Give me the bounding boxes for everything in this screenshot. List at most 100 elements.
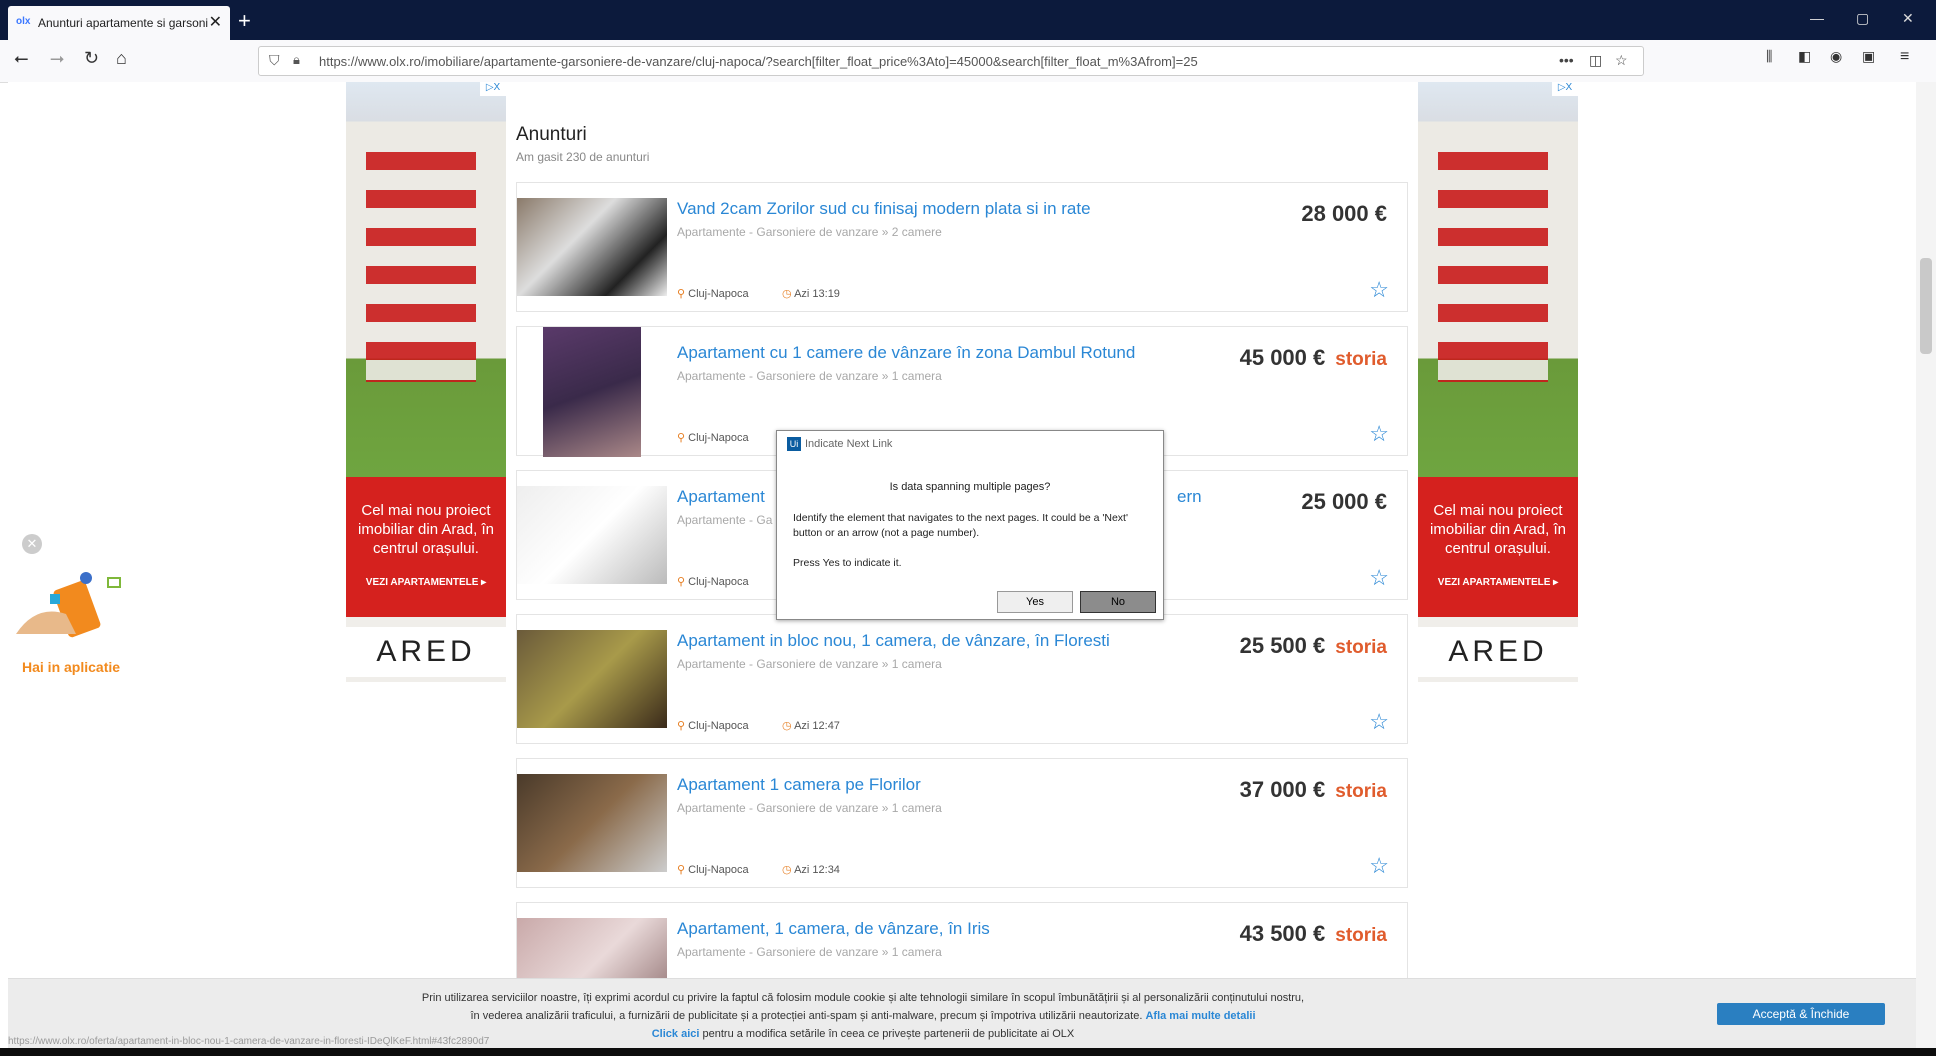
ared-logo: ARED xyxy=(1418,627,1578,677)
pin-icon: ⚲ xyxy=(677,288,686,300)
reload-icon[interactable]: ↻ xyxy=(84,48,99,69)
dialog-title: Ui Indicate Next Link xyxy=(787,437,892,451)
ad-balconies-image xyxy=(1438,152,1548,382)
listing-title[interactable]: Vand 2cam Zorilor sud cu finisaj modern … xyxy=(677,199,1091,219)
library-icon[interactable]: ⫼ xyxy=(1766,48,1772,65)
more-details-link[interactable]: Afla mai multe detalii xyxy=(1145,1010,1255,1022)
menu-icon[interactable]: ≡ xyxy=(1900,48,1909,66)
back-icon[interactable]: ⭠ xyxy=(14,48,28,69)
listing-category: Apartamente - Ga xyxy=(677,513,773,527)
olx-favicon-icon: olx xyxy=(16,16,31,27)
listing-category: Apartamente - Garsoniere de vanzare » 2 … xyxy=(677,225,942,239)
ad-text: Cel mai nou proiect imobiliar din Arad, … xyxy=(1430,502,1566,557)
scrollbar[interactable] xyxy=(1916,82,1936,1048)
listing-title-tail[interactable]: ern xyxy=(1177,487,1202,507)
url-text[interactable]: https://www.olx.ro/imobiliare/apartament… xyxy=(319,54,1198,69)
phone-hand-icon xyxy=(16,564,126,644)
dialog-instruction: Press Yes to indicate it. xyxy=(793,557,902,569)
url-bar[interactable]: ⛉ 🔒︎ https://www.olx.ro/imobiliare/apart… xyxy=(258,46,1644,76)
sidebar-icon[interactable]: ◧ xyxy=(1798,48,1811,65)
listing-item[interactable]: Vand 2cam Zorilor sud cu finisaj modern … xyxy=(516,182,1408,312)
page-actions-icon[interactable]: ••• xyxy=(1559,52,1574,68)
listing-title[interactable]: Apartament in bloc nou, 1 camera, de vân… xyxy=(677,631,1110,651)
cookie-text: Prin utilizarea serviciilor noastre, îți… xyxy=(421,992,1305,1040)
adchoice-icon[interactable]: ▷X xyxy=(1552,82,1578,96)
status-url: https://www.olx.ro/oferta/apartament-in-… xyxy=(8,1036,490,1047)
listing-location: ⚲ Cluj-Napoca xyxy=(677,864,749,876)
favorite-star-icon[interactable]: ☆ xyxy=(1369,277,1389,303)
listing-item[interactable]: Apartament 1 camera pe Florilor Apartame… xyxy=(516,758,1408,888)
pocket-icon[interactable]: ◫ xyxy=(1589,52,1602,69)
browser-tab[interactable]: olx Anunturi apartamente si garsoniere ✕ xyxy=(8,6,230,40)
ad-cta[interactable]: VEZI APARTAMENTELE ▸ xyxy=(346,577,506,588)
promo-label[interactable]: Hai in aplicatie xyxy=(22,659,120,675)
listing-time: ◷ Azi 12:47 xyxy=(782,720,840,732)
listing-price: 43 500 € storia xyxy=(1239,921,1387,946)
extension-icon[interactable]: ▣ xyxy=(1862,48,1875,65)
scrollbar-thumb[interactable] xyxy=(1920,258,1932,354)
storia-badge: storia xyxy=(1335,637,1387,658)
listing-category: Apartamente - Garsoniere de vanzare » 1 … xyxy=(677,369,942,383)
browser-navbar: ⭠ ⭢ ↻ ⌂ ⛉ 🔒︎ https://www.olx.ro/imobilia… xyxy=(0,40,1936,83)
right-ad-banner[interactable]: ▷X Cel mai nou proiect imobiliar din Ara… xyxy=(1418,82,1578,682)
app-promo[interactable]: ✕ Hai in aplicatie xyxy=(16,534,136,694)
listing-photo[interactable] xyxy=(517,630,667,728)
ad-balconies-image xyxy=(366,152,476,382)
no-button[interactable]: No xyxy=(1080,591,1156,613)
listing-time: ◷ Azi 13:19 xyxy=(782,288,840,300)
close-window-button[interactable]: ✕ xyxy=(1902,10,1914,27)
listing-price: 45 000 € storia xyxy=(1239,345,1387,370)
pin-icon: ⚲ xyxy=(677,576,686,588)
home-icon[interactable]: ⌂ xyxy=(116,48,127,69)
storia-badge: storia xyxy=(1335,925,1387,946)
page-title: Anunturi xyxy=(516,124,587,145)
new-tab-button[interactable]: + xyxy=(238,8,251,34)
dialog-question: Is data spanning multiple pages? xyxy=(889,481,1051,493)
favorite-star-icon[interactable]: ☆ xyxy=(1369,709,1389,735)
listing-title[interactable]: Apartament 1 camera pe Florilor xyxy=(677,775,921,795)
account-icon[interactable]: ◉ xyxy=(1830,48,1842,65)
accept-close-button[interactable]: Acceptă & Închide xyxy=(1717,1003,1885,1025)
listing-item[interactable]: Apartament in bloc nou, 1 camera, de vân… xyxy=(516,614,1408,744)
ad-cta[interactable]: VEZI APARTAMENTELE ▸ xyxy=(1418,577,1578,588)
listing-location: ⚲ Cluj-Napoca xyxy=(677,288,749,300)
ad-red-box: Cel mai nou proiect imobiliar din Arad, … xyxy=(1418,477,1578,617)
listing-category: Apartamente - Garsoniere de vanzare » 1 … xyxy=(677,657,942,671)
listing-title[interactable]: Apartament xyxy=(677,487,765,507)
favorite-star-icon[interactable]: ☆ xyxy=(1369,565,1389,591)
results-count: Am gasit 230 de anunturi xyxy=(516,150,650,164)
storia-badge: storia xyxy=(1335,349,1387,370)
listing-photo[interactable] xyxy=(543,327,641,457)
click-here-link[interactable]: Click aici xyxy=(652,1028,700,1040)
indicate-next-link-dialog: Ui Indicate Next Link Is data spanning mu… xyxy=(776,430,1164,620)
listing-title[interactable]: Apartament, 1 camera, de vânzare, în Iri… xyxy=(677,919,990,939)
promo-close-icon[interactable]: ✕ xyxy=(22,534,42,554)
adchoice-icon[interactable]: ▷X xyxy=(480,82,506,96)
minimize-button[interactable]: — xyxy=(1810,10,1824,26)
yes-button[interactable]: Yes xyxy=(997,591,1073,613)
listing-photo[interactable] xyxy=(517,198,667,296)
shield-icon[interactable]: ⛉ xyxy=(269,52,280,69)
clock-icon: ◷ xyxy=(782,720,792,732)
bookmark-star-icon[interactable]: ☆ xyxy=(1615,52,1628,69)
tab-close-icon[interactable]: ✕ xyxy=(209,12,222,32)
maximize-button[interactable]: ▢ xyxy=(1856,10,1869,27)
listing-price: 37 000 € storia xyxy=(1239,777,1387,802)
listing-price: 25 500 € storia xyxy=(1239,633,1387,658)
listing-photo[interactable] xyxy=(517,486,667,584)
uipath-app-icon: Ui xyxy=(787,437,801,451)
listing-category: Apartamente - Garsoniere de vanzare » 1 … xyxy=(677,801,942,815)
listing-title[interactable]: Apartament cu 1 camere de vânzare în zon… xyxy=(677,343,1135,363)
listing-photo[interactable] xyxy=(517,774,667,872)
listing-category: Apartamente - Garsoniere de vanzare » 1 … xyxy=(677,945,942,959)
ad-red-box: Cel mai nou proiect imobiliar din Arad, … xyxy=(346,477,506,617)
lock-icon[interactable]: 🔒︎ xyxy=(293,52,300,68)
favorite-star-icon[interactable]: ☆ xyxy=(1369,421,1389,447)
favorite-star-icon[interactable]: ☆ xyxy=(1369,853,1389,879)
listing-location: ⚲ Cluj-Napoca xyxy=(677,720,749,732)
listing-time: ◷ Azi 12:34 xyxy=(782,864,840,876)
forward-icon[interactable]: ⭢ xyxy=(50,48,64,69)
taskbar xyxy=(0,1048,1936,1056)
storia-badge: storia xyxy=(1335,781,1387,802)
left-ad-banner[interactable]: ▷X Cel mai nou proiect imobiliar din Ara… xyxy=(346,82,506,682)
